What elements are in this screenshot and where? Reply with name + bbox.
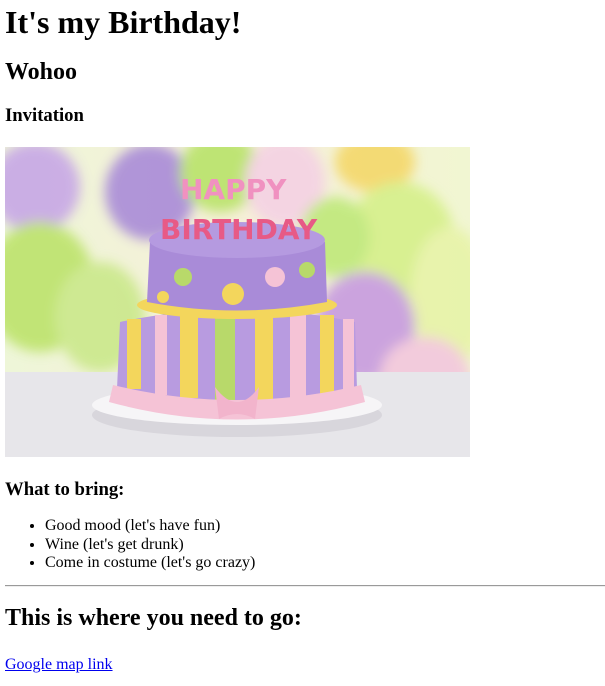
divider bbox=[5, 584, 605, 587]
page-title: It's my Birthday! bbox=[5, 4, 242, 40]
directions-heading: This is where you need to go: bbox=[5, 604, 302, 631]
what-to-bring-heading: What to bring: bbox=[5, 479, 125, 500]
birthday-cake-image: HAPPY BIRTHDAY bbox=[5, 147, 470, 457]
page-subtitle: Wohoo bbox=[5, 59, 78, 85]
list-item: Come in costume (let's go crazy) bbox=[45, 554, 600, 573]
list-item: Good mood (let's have fun) bbox=[45, 517, 600, 536]
google-map-link[interactable]: Google map link bbox=[5, 656, 113, 674]
invitation-heading: Invitation bbox=[5, 105, 84, 126]
cake-topper-happy: HAPPY bbox=[180, 173, 287, 206]
list-item: Wine (let's get drunk) bbox=[45, 536, 600, 555]
bring-list: Good mood (let's have fun) Wine (let's g… bbox=[5, 517, 600, 573]
cake-topper-birthday: BIRTHDAY bbox=[160, 213, 318, 246]
